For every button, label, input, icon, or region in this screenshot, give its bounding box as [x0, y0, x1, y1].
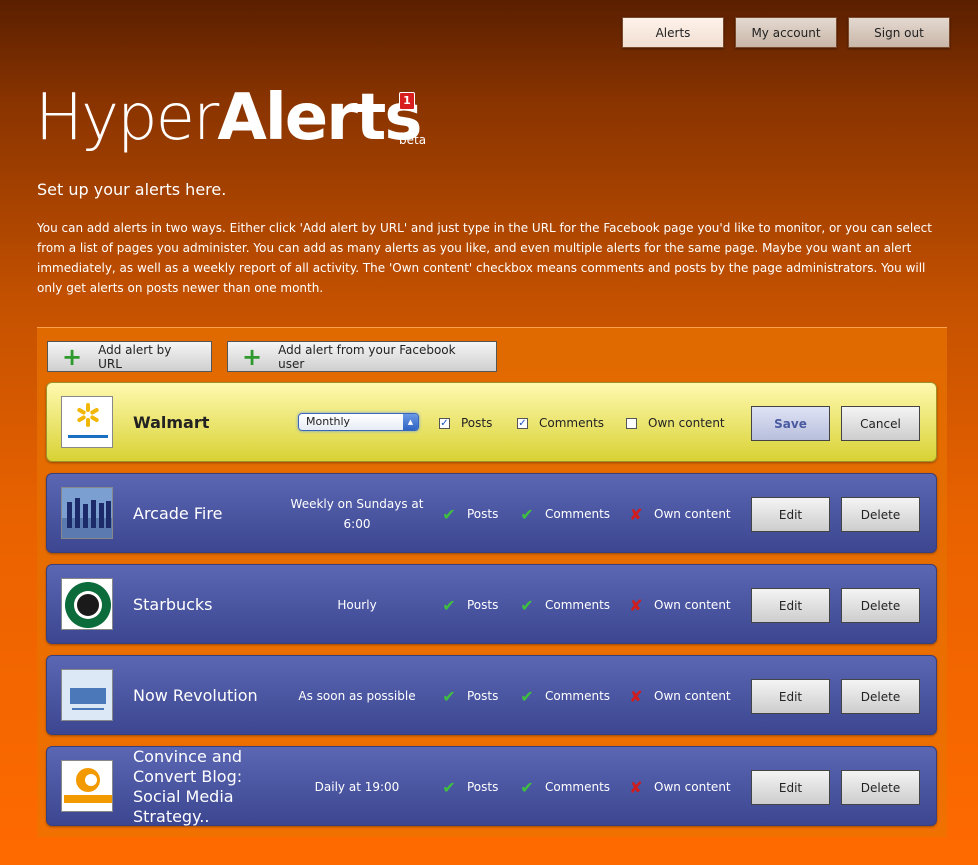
posts-label: Posts — [467, 780, 499, 794]
convince-and-convert-thumbnail — [61, 760, 113, 812]
edit-button[interactable]: Edit — [751, 497, 830, 532]
comments-label: Comments — [545, 689, 611, 703]
own-content-status: ✘ Own content — [626, 565, 731, 645]
intro-text: You can add alerts in two ways. Either c… — [37, 221, 932, 295]
check-icon: ✔ — [442, 686, 456, 706]
comments-option: ✓ Comments — [517, 383, 604, 463]
posts-checkbox[interactable]: ✓ — [439, 417, 450, 429]
posts-option: ✓ Posts — [439, 383, 492, 463]
delete-button[interactable]: Delete — [841, 770, 920, 805]
alert-row: Convince and Convert Blog: Social Media … — [46, 746, 937, 826]
comments-checkbox[interactable]: ✓ — [517, 417, 528, 429]
edit-button[interactable]: Edit — [751, 679, 830, 714]
check-icon: ✔ — [520, 777, 534, 797]
cross-icon: ✘ — [629, 595, 643, 615]
check-icon: ✔ — [520, 504, 534, 524]
walmart-thumbnail — [61, 396, 113, 448]
comments-status: ✔ Comments — [517, 565, 610, 645]
cross-icon: ✘ — [629, 686, 643, 706]
posts-status: ✔ Posts — [439, 747, 498, 827]
logo-light-text: Hyper — [35, 81, 219, 155]
delete-button[interactable]: Delete — [841, 679, 920, 714]
comments-status: ✔ Comments — [517, 747, 610, 827]
frequency-selected-value: Monthly — [306, 415, 351, 428]
add-alert-by-url-button[interactable]: + Add alert by URL — [47, 341, 212, 372]
alert-name: Arcade Fire — [133, 504, 223, 523]
add-alert-by-url-label: Add alert by URL — [98, 342, 172, 371]
alert-name: Walmart — [133, 413, 210, 432]
plus-icon: + — [62, 342, 83, 371]
nav-alerts-button[interactable]: Alerts — [622, 17, 724, 48]
posts-status: ✔ Posts — [439, 474, 498, 554]
delete-button[interactable]: Delete — [841, 497, 920, 532]
add-alert-from-facebook-label: Add alert from your Facebook user — [278, 342, 456, 371]
own-content-status: ✘ Own content — [626, 656, 731, 736]
posts-label: Posts — [467, 507, 499, 521]
own-content-status: ✘ Own content — [626, 474, 731, 554]
posts-status: ✔ Posts — [439, 656, 498, 736]
comments-label: Comments — [539, 416, 605, 430]
own-content-status: ✘ Own content — [626, 747, 731, 827]
add-alert-bar: + Add alert by URL + Add alert from your… — [47, 341, 497, 372]
alert-name: Now Revolution — [133, 686, 258, 705]
own-content-option: Own content — [626, 383, 725, 463]
alerts-panel: + Add alert by URL + Add alert from your… — [37, 327, 947, 837]
alert-frequency: Hourly — [337, 598, 377, 612]
check-icon: ✔ — [520, 595, 534, 615]
own-content-label: Own content — [654, 507, 731, 521]
starbucks-thumbnail — [61, 578, 113, 630]
own-content-label: Own content — [654, 598, 731, 612]
logo-bold-text: Alerts — [217, 81, 422, 155]
nav-sign-out-button[interactable]: Sign out — [848, 17, 950, 48]
alert-frequency: Weekly on Sundays at 6:00 — [290, 497, 424, 531]
frequency-select[interactable]: Monthly ▲ — [298, 413, 419, 431]
beta-label: beta — [399, 133, 427, 147]
cancel-button[interactable]: Cancel — [841, 406, 920, 441]
check-icon: ✔ — [442, 777, 456, 797]
delete-button[interactable]: Delete — [841, 588, 920, 623]
cross-icon: ✘ — [629, 777, 643, 797]
top-nav: Alerts My account Sign out — [622, 17, 950, 48]
alert-row: Now Revolution As soon as possible ✔ Pos… — [46, 655, 937, 735]
select-arrow-icon: ▲ — [403, 414, 418, 430]
nav-my-account-button[interactable]: My account — [735, 17, 837, 48]
posts-label: Posts — [467, 689, 499, 703]
own-content-label: Own content — [654, 689, 731, 703]
plus-icon: + — [242, 342, 263, 371]
posts-label: Posts — [461, 416, 493, 430]
arcade-fire-thumbnail — [61, 487, 113, 539]
check-icon: ✔ — [520, 686, 534, 706]
comments-label: Comments — [545, 507, 611, 521]
alert-frequency: Daily at 19:00 — [314, 780, 400, 794]
notification-badge: 1 — [399, 92, 415, 110]
comments-status: ✔ Comments — [517, 656, 610, 736]
alert-row: Starbucks Hourly ✔ Posts ✔ Comments ✘ Ow… — [46, 564, 937, 644]
cross-icon: ✘ — [629, 504, 643, 524]
page-subtitle: Set up your alerts here. — [37, 180, 227, 199]
alert-name: Starbucks — [133, 595, 213, 614]
own-content-checkbox[interactable] — [626, 417, 637, 429]
own-content-label: Own content — [654, 780, 731, 794]
add-alert-from-facebook-button[interactable]: + Add alert from your Facebook user — [227, 341, 497, 372]
save-button[interactable]: Save — [751, 406, 830, 441]
alert-frequency: As soon as possible — [298, 689, 416, 703]
posts-label: Posts — [467, 598, 499, 612]
posts-status: ✔ Posts — [439, 565, 498, 645]
comments-status: ✔ Comments — [517, 474, 610, 554]
comments-label: Comments — [545, 598, 611, 612]
edit-button[interactable]: Edit — [751, 588, 830, 623]
alert-row: Arcade Fire Weekly on Sundays at 6:00 ✔ … — [46, 473, 937, 553]
check-icon: ✔ — [442, 595, 456, 615]
alert-row-editing: Walmart Monthly ▲ ✓ Posts ✓ Comments Own… — [46, 382, 937, 462]
alert-name: Convince and Convert Blog: Social Media … — [133, 747, 243, 826]
check-icon: ✔ — [442, 504, 456, 524]
own-content-label: Own content — [648, 416, 725, 430]
comments-label: Comments — [545, 780, 611, 794]
now-revolution-thumbnail — [61, 669, 113, 721]
edit-button[interactable]: Edit — [751, 770, 830, 805]
